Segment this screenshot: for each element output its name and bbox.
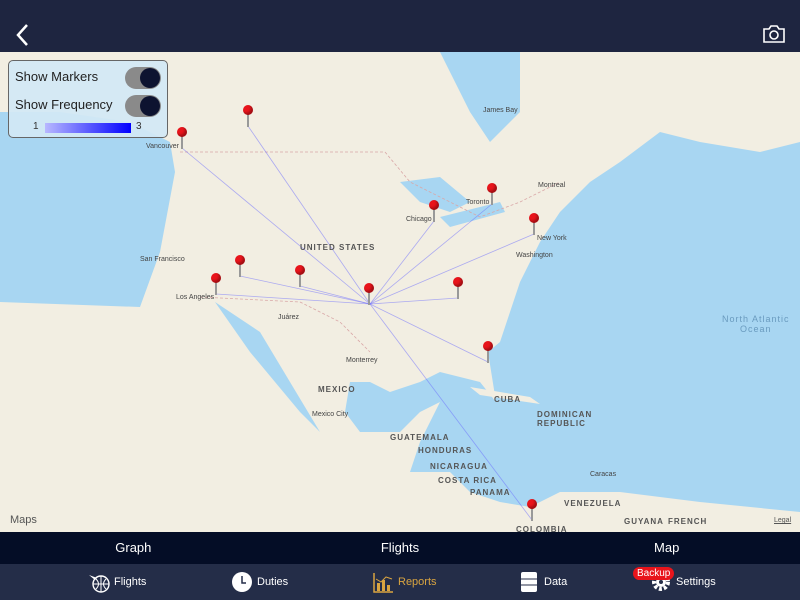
- map-label-san-francisco: San Francisco: [140, 256, 185, 263]
- segment-map[interactable]: Map: [533, 532, 800, 564]
- map-label-colombia: COLOMBIA: [516, 525, 568, 532]
- map-label-costa-rica: COSTA RICA: [438, 476, 497, 485]
- camera-icon[interactable]: [762, 24, 786, 44]
- map-marker-pin[interactable]: [483, 341, 493, 363]
- map-label-dominican-republic: DOMINICAN REPUBLIC: [537, 410, 593, 428]
- map-label-mexico: MEXICO: [318, 385, 356, 394]
- map-view[interactable]: Vancouver James Bay Toronto Montreal Chicago…: [0, 52, 800, 532]
- map-marker-pin[interactable]: [177, 127, 187, 149]
- map-label-venezuela: VENEZUELA: [564, 499, 622, 508]
- map-label-james-bay: James Bay: [483, 107, 518, 114]
- map-marker-pin[interactable]: [527, 499, 537, 521]
- show-frequency-toggle[interactable]: [125, 95, 161, 117]
- legend-min: 1: [33, 121, 39, 132]
- tab-flights[interactable]: Flights: [88, 564, 146, 600]
- map-label-vancouver: Vancouver: [146, 143, 179, 150]
- apple-maps-attribution: Maps: [10, 514, 37, 526]
- map-label-honduras: HONDURAS: [418, 446, 473, 455]
- segment-graph[interactable]: Graph: [0, 532, 267, 564]
- show-markers-label: Show Markers: [15, 69, 99, 84]
- segment-flights[interactable]: Flights: [267, 532, 534, 564]
- map-label-nicaragua: NICARAGUA: [430, 462, 488, 471]
- tab-label: Flights: [114, 576, 147, 588]
- map-label-cuba: CUBA: [494, 395, 522, 404]
- tab-label: Reports: [398, 576, 437, 588]
- view-segment-control: Graph Flights Map: [0, 532, 800, 564]
- map-marker-pin[interactable]: [243, 105, 253, 127]
- map-label-montreal: Montreal: [538, 182, 566, 189]
- show-markers-toggle[interactable]: [125, 67, 161, 89]
- map-marker-pin[interactable]: [429, 200, 439, 222]
- legend-max: 3: [136, 121, 142, 132]
- clock-icon: [232, 572, 252, 592]
- tab-label: Duties: [257, 576, 289, 588]
- map-marker-pin[interactable]: [295, 265, 305, 287]
- top-bar: [0, 0, 800, 52]
- tab-reports[interactable]: Reports: [372, 564, 437, 600]
- show-frequency-label: Show Frequency: [15, 97, 113, 112]
- map-label-french-guiana: FRENCH: [668, 517, 708, 526]
- map-label-washington: Washington: [516, 252, 553, 259]
- map-marker-pin[interactable]: [211, 273, 221, 295]
- tab-label: Settings: [676, 576, 716, 588]
- map-label-panama: PANAMA: [470, 488, 511, 497]
- backup-badge: Backup: [633, 567, 675, 580]
- map-marker-pin[interactable]: [487, 183, 497, 205]
- map-marker-pin[interactable]: [235, 255, 245, 277]
- chevron-left-icon[interactable]: [12, 22, 34, 48]
- map-label-ocean: North Atlantic Ocean: [722, 314, 790, 334]
- bar-chart-icon: [373, 573, 393, 593]
- tab-label: Data: [544, 576, 568, 588]
- map-marker-pin[interactable]: [364, 283, 374, 305]
- map-marker-pin[interactable]: [453, 277, 463, 299]
- tab-data[interactable]: Data: [518, 564, 567, 600]
- tab-bar: Flights Duties Reports Data Settings: [0, 564, 800, 600]
- map-label-toronto: Toronto: [466, 199, 490, 206]
- map-label-monterrey: Monterrey: [346, 357, 378, 364]
- map-label-chicago: Chicago: [406, 216, 432, 223]
- map-label-guatemala: GUATEMALA: [390, 433, 450, 442]
- map-label-united-states: UNITED STATES: [300, 243, 376, 252]
- map-label-mexico-city: Mexico City: [312, 411, 349, 418]
- plane-globe-icon: [89, 575, 110, 593]
- map-label-juarez: Juárez: [278, 314, 300, 321]
- map-label-new-york: New York: [537, 235, 567, 242]
- map-options-panel: Show Markers Show Frequency 1 3: [8, 60, 168, 138]
- map-label-caracas: Caracas: [590, 471, 617, 478]
- legal-link[interactable]: Legal: [774, 517, 791, 524]
- map-marker-pin[interactable]: [529, 213, 539, 235]
- map-label-guyana: GUYANA: [624, 517, 664, 526]
- map-label-los-angeles: Los Angeles: [176, 294, 215, 301]
- frequency-gradient: [45, 123, 131, 133]
- cabinet-icon: [521, 572, 537, 592]
- tab-duties[interactable]: Duties: [231, 564, 288, 600]
